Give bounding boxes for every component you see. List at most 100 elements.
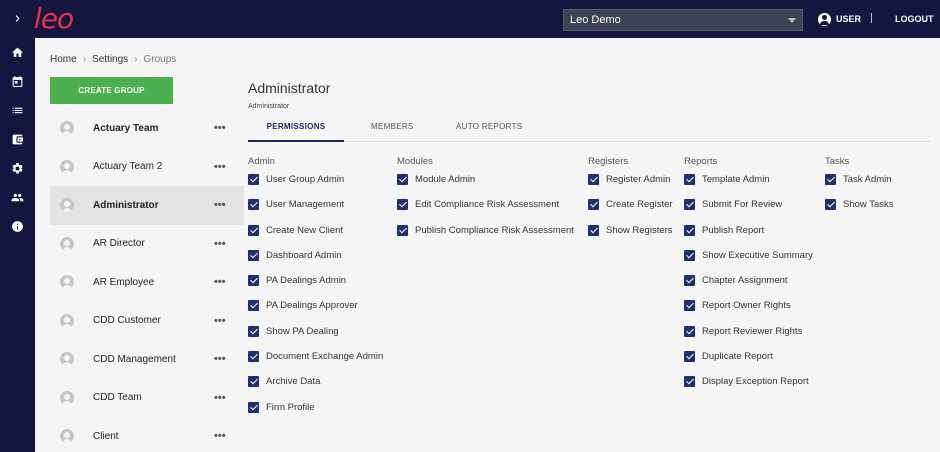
- permission-item[interactable]: Show Tasks: [825, 199, 894, 224]
- permission-label: Register Admin: [606, 174, 671, 185]
- group-row[interactable]: AR Director •••: [50, 224, 244, 263]
- checkbox-checked[interactable]: [684, 174, 695, 185]
- more-options-icon[interactable]: •••: [214, 276, 226, 288]
- group-row[interactable]: CDD Management •••: [50, 340, 244, 379]
- permission-item[interactable]: Document Exchange Admin: [248, 351, 383, 376]
- logout-button[interactable]: LOGOUT: [895, 14, 934, 24]
- checkbox-checked[interactable]: [248, 275, 259, 287]
- permission-item[interactable]: Template Admin: [684, 174, 813, 199]
- more-options-icon[interactable]: •••: [214, 315, 226, 327]
- people-icon[interactable]: [0, 187, 35, 207]
- checkbox-checked[interactable]: [397, 199, 408, 211]
- group-row[interactable]: CDD Team •••: [50, 378, 244, 417]
- checkbox-checked[interactable]: [588, 174, 599, 185]
- checkbox-checked[interactable]: [248, 224, 259, 236]
- chevron-right-icon: ›: [134, 54, 138, 65]
- permission-item[interactable]: Show Registers: [588, 224, 673, 250]
- group-row[interactable]: CDD Customer •••: [50, 301, 244, 340]
- permission-item[interactable]: Register Admin: [588, 174, 673, 199]
- permission-item[interactable]: User Group Admin: [248, 174, 383, 199]
- home-icon[interactable]: [0, 42, 35, 62]
- group-row[interactable]: Actuary Team •••: [50, 109, 244, 148]
- permission-item[interactable]: Report Owner Rights: [684, 300, 813, 325]
- more-options-icon[interactable]: •••: [214, 392, 226, 404]
- checkbox-checked[interactable]: [248, 401, 259, 413]
- group-row[interactable]: Actuary Team 2 •••: [50, 147, 244, 186]
- side-nav-rail: [0, 0, 35, 452]
- permission-item[interactable]: Module Admin: [397, 174, 574, 199]
- checkbox-checked[interactable]: [248, 249, 259, 261]
- app-logo[interactable]: leo: [34, 2, 74, 35]
- permission-item[interactable]: Chapter Assignment: [684, 275, 813, 300]
- permission-item[interactable]: Create New Client: [248, 224, 383, 250]
- permission-item[interactable]: Show PA Dealing: [248, 325, 383, 351]
- calendar-icon[interactable]: [0, 71, 35, 91]
- more-options-icon[interactable]: •••: [214, 122, 226, 134]
- permission-item[interactable]: Create Register: [588, 199, 673, 224]
- tab-members[interactable]: MEMBERS: [371, 122, 414, 142]
- group-row-selected[interactable]: Administrator •••: [50, 186, 244, 225]
- checkbox-checked[interactable]: [684, 249, 695, 261]
- checkbox-checked[interactable]: [248, 174, 259, 185]
- checkbox-checked[interactable]: [684, 351, 695, 363]
- create-group-button[interactable]: CREATE GROUP: [50, 77, 173, 104]
- checkbox-checked[interactable]: [684, 376, 695, 388]
- list-icon[interactable]: [0, 100, 35, 120]
- checkbox-checked[interactable]: [684, 325, 695, 337]
- more-options-icon[interactable]: •••: [214, 430, 226, 442]
- permission-item[interactable]: PA Dealings Approver: [248, 300, 383, 325]
- checkbox-checked[interactable]: [684, 199, 695, 211]
- permission-item[interactable]: Edit Compliance Risk Assessment: [397, 199, 574, 224]
- permission-group-heading: Admin: [248, 156, 275, 167]
- organization-select[interactable]: Leo Demo: [563, 9, 803, 31]
- group-row[interactable]: AR Employee •••: [50, 263, 244, 302]
- permission-item[interactable]: PA Dealings Admin: [248, 275, 383, 300]
- permission-item[interactable]: Submit For Review: [684, 199, 813, 224]
- permission-item[interactable]: Display Exception Report: [684, 376, 813, 401]
- permission-item[interactable]: Publish Report: [684, 224, 813, 250]
- group-avatar-icon: [60, 390, 74, 405]
- checkbox-checked[interactable]: [248, 300, 259, 312]
- permission-item[interactable]: User Management: [248, 199, 383, 224]
- checkbox-checked[interactable]: [825, 199, 836, 211]
- info-icon[interactable]: [0, 216, 35, 236]
- checkbox-checked[interactable]: [248, 325, 259, 337]
- permission-group-heading: Tasks: [825, 156, 850, 167]
- permission-group-heading: Registers: [588, 156, 629, 167]
- permission-item[interactable]: Report Reviewer Rights: [684, 325, 813, 351]
- permission-label: Publish Compliance Risk Assessment: [415, 224, 574, 236]
- checkbox-checked[interactable]: [397, 174, 408, 185]
- checkbox-checked[interactable]: [684, 300, 695, 312]
- breadcrumb-home[interactable]: Home: [50, 54, 77, 65]
- checkbox-checked[interactable]: [248, 351, 259, 363]
- group-row[interactable]: Client •••: [50, 417, 244, 452]
- tab-auto-reports[interactable]: AUTO REPORTS: [456, 122, 522, 142]
- checkbox-checked[interactable]: [825, 174, 836, 185]
- wallet-icon[interactable]: [0, 129, 35, 149]
- checkbox-checked[interactable]: [248, 376, 259, 388]
- breadcrumb-settings[interactable]: Settings: [92, 54, 128, 65]
- permission-item[interactable]: Duplicate Report: [684, 351, 813, 376]
- checkbox-checked[interactable]: [684, 224, 695, 236]
- more-options-icon[interactable]: •••: [214, 199, 226, 211]
- more-options-icon[interactable]: •••: [214, 353, 226, 365]
- permission-group-modules: Modules Module Admin Edit Compliance Ris…: [397, 156, 574, 250]
- expand-icon[interactable]: [0, 8, 35, 28]
- tab-permissions[interactable]: PERMISSIONS: [248, 122, 344, 142]
- more-options-icon[interactable]: •••: [214, 161, 226, 173]
- chevron-right-icon: ›: [82, 54, 87, 65]
- user-menu[interactable]: USER: [818, 11, 861, 27]
- checkbox-checked[interactable]: [588, 224, 599, 236]
- permission-item[interactable]: Archive Data: [248, 376, 383, 401]
- checkbox-checked[interactable]: [248, 199, 259, 211]
- permission-item[interactable]: Task Admin: [825, 174, 894, 199]
- checkbox-checked[interactable]: [397, 224, 408, 236]
- checkbox-checked[interactable]: [684, 275, 695, 287]
- gear-icon[interactable]: [0, 158, 35, 178]
- permission-item[interactable]: Publish Compliance Risk Assessment: [397, 224, 574, 250]
- permission-item[interactable]: Show Executive Summary: [684, 249, 813, 275]
- permission-item[interactable]: Dashboard Admin: [248, 249, 383, 275]
- more-options-icon[interactable]: •••: [214, 238, 226, 250]
- checkbox-checked[interactable]: [588, 199, 599, 211]
- permission-item[interactable]: Firm Profile: [248, 401, 383, 427]
